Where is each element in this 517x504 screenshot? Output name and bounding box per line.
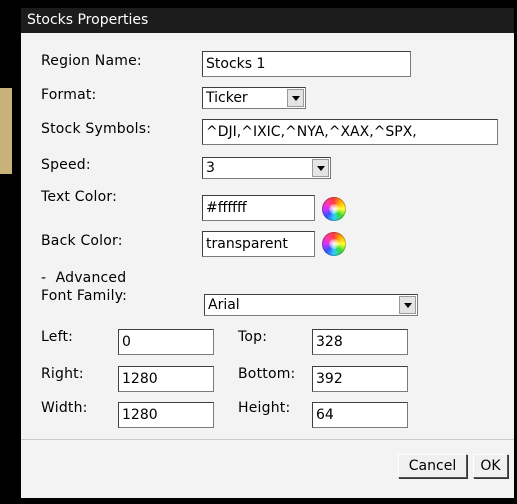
cancel-button[interactable]: Cancel bbox=[398, 454, 467, 478]
stocks-properties-dialog: Stocks Properties Region Name: Format: T… bbox=[21, 8, 514, 498]
right-label: Right: bbox=[41, 366, 84, 382]
chevron-down-icon[interactable] bbox=[312, 159, 329, 177]
speed-select-value: 3 bbox=[206, 160, 215, 176]
font-family-select-value: Arial bbox=[208, 297, 240, 313]
format-select-value: Ticker bbox=[206, 90, 248, 106]
back-color-input[interactable] bbox=[202, 231, 315, 257]
collapse-icon: - bbox=[41, 270, 47, 286]
stock-symbols-label: Stock Symbols: bbox=[41, 121, 152, 137]
dialog-title[interactable]: Stocks Properties bbox=[21, 8, 514, 33]
chevron-down-icon[interactable] bbox=[287, 89, 304, 107]
footer-divider bbox=[21, 439, 514, 440]
region-name-label: Region Name: bbox=[41, 53, 142, 69]
left-input[interactable] bbox=[118, 329, 214, 355]
top-input[interactable] bbox=[312, 329, 408, 355]
color-wheel-icon[interactable] bbox=[322, 197, 346, 221]
chevron-down-icon[interactable] bbox=[399, 296, 416, 314]
advanced-toggle[interactable]: - Advanced bbox=[41, 270, 126, 286]
left-label: Left: bbox=[41, 329, 74, 345]
height-label: Height: bbox=[238, 400, 291, 416]
top-label: Top: bbox=[238, 329, 268, 345]
format-select[interactable]: Ticker bbox=[202, 87, 306, 109]
back-color-label: Back Color: bbox=[41, 233, 123, 249]
region-name-input[interactable] bbox=[202, 51, 411, 77]
color-wheel-icon[interactable] bbox=[322, 232, 346, 256]
speed-label: Speed: bbox=[41, 157, 91, 173]
width-input[interactable] bbox=[118, 402, 214, 428]
bottom-label: Bottom: bbox=[238, 366, 296, 382]
right-input[interactable] bbox=[118, 366, 214, 392]
bottom-input[interactable] bbox=[312, 366, 408, 392]
height-input[interactable] bbox=[312, 402, 408, 428]
text-color-input[interactable] bbox=[202, 195, 315, 221]
format-label: Format: bbox=[41, 87, 97, 103]
stock-symbols-input[interactable] bbox=[202, 119, 498, 145]
width-label: Width: bbox=[41, 400, 88, 416]
advanced-label: Advanced bbox=[55, 270, 127, 286]
speed-select[interactable]: 3 bbox=[202, 157, 331, 179]
text-color-label: Text Color: bbox=[41, 189, 117, 205]
ok-button[interactable]: OK bbox=[473, 454, 508, 478]
font-family-label: Font Family: bbox=[41, 288, 128, 304]
background-strip bbox=[0, 88, 12, 174]
font-family-select[interactable]: Arial bbox=[204, 294, 418, 316]
